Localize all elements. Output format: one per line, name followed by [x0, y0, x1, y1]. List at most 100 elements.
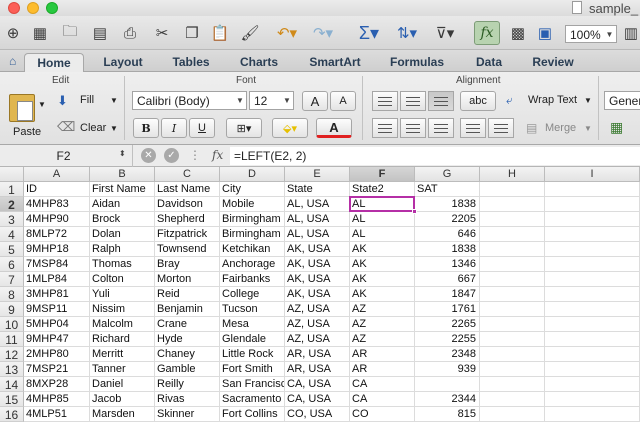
cell-h3[interactable]	[480, 212, 545, 227]
cell-f1[interactable]: State2	[350, 182, 415, 197]
cell-a16[interactable]: 4MLP51	[24, 407, 90, 422]
cell-i14[interactable]	[545, 377, 640, 392]
cell-f2[interactable]: AL	[350, 197, 415, 212]
cell-g3[interactable]: 2205	[415, 212, 480, 227]
clear-button[interactable]: Clear	[80, 122, 106, 134]
cell-h7[interactable]	[480, 272, 545, 287]
row-header[interactable]: 7	[0, 272, 24, 287]
tab-home[interactable]: Home	[24, 53, 84, 72]
row-header[interactable]: 3	[0, 212, 24, 227]
cell-h2[interactable]	[480, 197, 545, 212]
cell-d5[interactable]: Ketchikan	[220, 242, 285, 257]
cell-c3[interactable]: Shepherd	[155, 212, 220, 227]
tab-smartart[interactable]: SmartArt	[298, 53, 372, 72]
cell-a8[interactable]: 3MHP81	[24, 287, 90, 302]
cell-b12[interactable]: Merritt	[90, 347, 155, 362]
row-header[interactable]: 13	[0, 362, 24, 377]
cell-e7[interactable]: AK, USA	[285, 272, 350, 287]
cancel-icon[interactable]: ✕	[141, 148, 156, 163]
cell-e5[interactable]: AK, USA	[285, 242, 350, 257]
cell-f16[interactable]: CO	[350, 407, 415, 422]
cell-b10[interactable]: Malcolm	[90, 317, 155, 332]
cell-d3[interactable]: Birmingham	[220, 212, 285, 227]
align-top-button[interactable]	[372, 91, 398, 111]
cell-h10[interactable]	[480, 317, 545, 332]
cell-c16[interactable]: Skinner	[155, 407, 220, 422]
cell-g7[interactable]: 667	[415, 272, 480, 287]
align-right-button[interactable]	[428, 118, 454, 138]
cell-f9[interactable]: AZ	[350, 302, 415, 317]
cell-d4[interactable]: Birmingham	[220, 227, 285, 242]
paste-icon[interactable]: 📋	[208, 21, 232, 45]
cell-g5[interactable]: 1838	[415, 242, 480, 257]
cell-c10[interactable]: Crane	[155, 317, 220, 332]
number-format-icon[interactable]: ▦	[610, 119, 623, 136]
cell-h8[interactable]	[480, 287, 545, 302]
cut-icon[interactable]: ✂	[150, 21, 174, 45]
cell-d13[interactable]: Fort Smith	[220, 362, 285, 377]
cell-h14[interactable]	[480, 377, 545, 392]
cell-a11[interactable]: 9MHP47	[24, 332, 90, 347]
font-name-select[interactable]: Calibri (Body)	[132, 91, 247, 110]
cell-e4[interactable]: AL, USA	[285, 227, 350, 242]
chevron-down-icon[interactable]: ▼	[234, 92, 246, 109]
formula-builder-icon[interactable]: fx	[474, 21, 500, 45]
cell-h1[interactable]	[480, 182, 545, 197]
column-header-c[interactable]: C	[155, 167, 220, 182]
cell-f7[interactable]: AK	[350, 272, 415, 287]
spreadsheet-grid[interactable]: A B C D E F G H I 1 ID First Name Last Name City State…	[0, 167, 640, 424]
new-icon[interactable]: ⊕	[2, 21, 24, 45]
cell-b5[interactable]: Ralph	[90, 242, 155, 257]
cell-c1[interactable]: Last Name	[155, 182, 220, 197]
row-header[interactable]: 15	[0, 392, 24, 407]
cell-a5[interactable]: 9MHP18	[24, 242, 90, 257]
cell-a4[interactable]: 8MLP72	[24, 227, 90, 242]
tab-tables[interactable]: Tables	[162, 53, 220, 72]
cell-e1[interactable]: State	[285, 182, 350, 197]
cell-f4[interactable]: AL	[350, 227, 415, 242]
cell-i11[interactable]	[545, 332, 640, 347]
cell-c2[interactable]: Davidson	[155, 197, 220, 212]
column-header-d[interactable]: D	[220, 167, 285, 182]
cell-c5[interactable]: Townsend	[155, 242, 220, 257]
cell-e14[interactable]: CA, USA	[285, 377, 350, 392]
row-header[interactable]: 2	[0, 197, 24, 212]
sidebar-icon[interactable]: ▥	[622, 21, 640, 45]
cell-g4[interactable]: 646	[415, 227, 480, 242]
paste-icon[interactable]	[9, 94, 35, 122]
open-icon[interactable]: 🗀	[58, 21, 82, 45]
cell-e6[interactable]: AK, USA	[285, 257, 350, 272]
cell-b4[interactable]: Dolan	[90, 227, 155, 242]
cell-b16[interactable]: Marsden	[90, 407, 155, 422]
cell-a3[interactable]: 4MHP90	[24, 212, 90, 227]
fill-color-button[interactable]: ⬙▾	[272, 118, 308, 138]
cell-f15[interactable]: CA	[350, 392, 415, 407]
templates-icon[interactable]: ▦	[28, 21, 52, 45]
row-header[interactable]: 12	[0, 347, 24, 362]
cell-c14[interactable]: Reilly	[155, 377, 220, 392]
fill-handle[interactable]	[412, 209, 417, 214]
cell-a15[interactable]: 4MHP85	[24, 392, 90, 407]
tab-formulas[interactable]: Formulas	[380, 53, 454, 72]
cell-c8[interactable]: Reid	[155, 287, 220, 302]
cell-d15[interactable]: Sacramento	[220, 392, 285, 407]
cell-e13[interactable]: AR, USA	[285, 362, 350, 377]
cell-i9[interactable]	[545, 302, 640, 317]
cell-b2[interactable]: Aidan	[90, 197, 155, 212]
wrap-text-button[interactable]: Wrap Text	[528, 94, 577, 106]
cell-i5[interactable]	[545, 242, 640, 257]
cell-b11[interactable]: Richard	[90, 332, 155, 347]
orientation-button[interactable]: abc	[460, 91, 496, 111]
chevron-down-icon[interactable]: ▼	[38, 100, 46, 109]
cell-i16[interactable]	[545, 407, 640, 422]
copy-icon[interactable]: ❐	[180, 21, 204, 45]
row-header[interactable]: 5	[0, 242, 24, 257]
row-header[interactable]: 9	[0, 302, 24, 317]
cell-b3[interactable]: Brock	[90, 212, 155, 227]
chevron-down-icon[interactable]: ▼	[584, 96, 592, 105]
cell-i10[interactable]	[545, 317, 640, 332]
column-header-f[interactable]: F	[350, 167, 415, 182]
cell-a14[interactable]: 8MXP28	[24, 377, 90, 392]
cell-h6[interactable]	[480, 257, 545, 272]
column-header-g[interactable]: G	[415, 167, 480, 182]
